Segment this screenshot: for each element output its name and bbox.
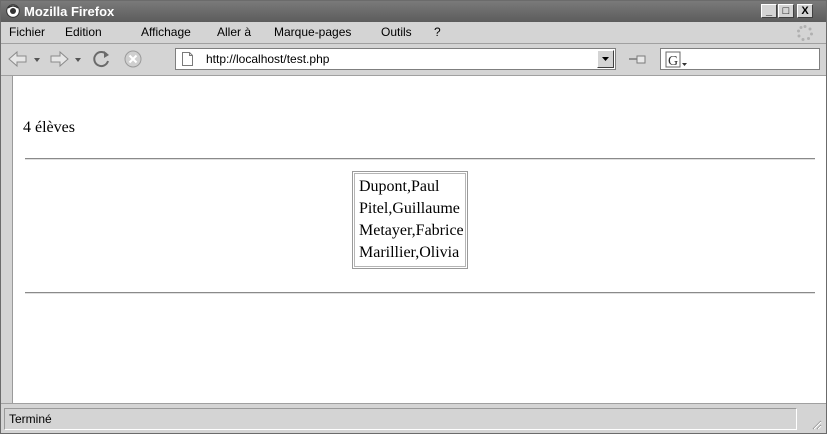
close-button[interactable]: X: [797, 4, 813, 18]
menu-affichage[interactable]: Affichage: [141, 25, 191, 39]
url-dropdown-button[interactable]: [597, 50, 614, 68]
horizontal-rule-top: [25, 158, 815, 160]
menu-aller-a[interactable]: Aller à: [217, 25, 251, 39]
url-bar[interactable]: http://localhost/test.php: [175, 48, 616, 70]
menu-marque-pages[interactable]: Marque-pages: [274, 25, 351, 39]
title-bar[interactable]: Mozilla Firefox _ □ X: [1, 1, 826, 22]
go-icon[interactable]: [626, 49, 648, 69]
google-search-icon[interactable]: G: [665, 51, 689, 69]
student-table-cell: Dupont,Paul Pitel,Guillaume Metayer,Fabr…: [354, 173, 466, 267]
student-row: Metayer,Fabrice: [359, 222, 464, 239]
student-table: Dupont,Paul Pitel,Guillaume Metayer,Fabr…: [352, 171, 468, 269]
student-count-text: 4 élèves: [23, 119, 75, 136]
back-dropdown-icon[interactable]: [32, 49, 42, 69]
maximize-button[interactable]: □: [778, 4, 794, 18]
horizontal-rule-bottom: [25, 292, 815, 294]
navigation-toolbar: http://localhost/test.php G: [1, 44, 826, 76]
forward-dropdown-icon[interactable]: [73, 49, 83, 69]
forward-arrow-icon[interactable]: [48, 49, 70, 69]
minimize-icon: _: [765, 5, 773, 17]
resize-grip-icon[interactable]: [810, 418, 822, 430]
close-icon: X: [801, 5, 809, 17]
url-input[interactable]: http://localhost/test.php: [206, 52, 329, 66]
reload-icon[interactable]: [91, 49, 113, 69]
status-text: Terminé: [9, 412, 52, 426]
search-box[interactable]: G: [660, 48, 820, 70]
maximize-icon: □: [782, 5, 790, 17]
page-content: 4 élèves Dupont,Paul Pitel,Guillaume Met…: [12, 76, 826, 403]
page-icon: [182, 52, 193, 66]
firefox-logo-icon: [6, 4, 20, 18]
menu-bar: Fichier Edition Affichage Aller à Marque…: [1, 22, 826, 44]
student-row: Marillier,Olivia: [359, 244, 460, 261]
menu-edition[interactable]: Edition: [65, 25, 102, 39]
stop-icon[interactable]: [122, 49, 144, 69]
menu-fichier[interactable]: Fichier: [9, 25, 45, 39]
status-panel: Terminé: [4, 408, 797, 430]
svg-text:G: G: [668, 54, 678, 69]
chevron-down-icon: [602, 57, 609, 61]
menu-outils[interactable]: Outils: [381, 25, 412, 39]
throbber-icon: [797, 25, 813, 41]
minimize-button[interactable]: _: [761, 4, 777, 18]
student-row: Pitel,Guillaume: [359, 200, 460, 217]
menu-help[interactable]: ?: [434, 25, 441, 39]
status-bar: Terminé: [1, 403, 826, 433]
back-arrow-icon[interactable]: [7, 49, 29, 69]
window-title: Mozilla Firefox: [24, 4, 115, 19]
student-row: Dupont,Paul: [359, 178, 440, 195]
browser-window: Mozilla Firefox _ □ X Fichier Edition Af…: [0, 0, 827, 434]
